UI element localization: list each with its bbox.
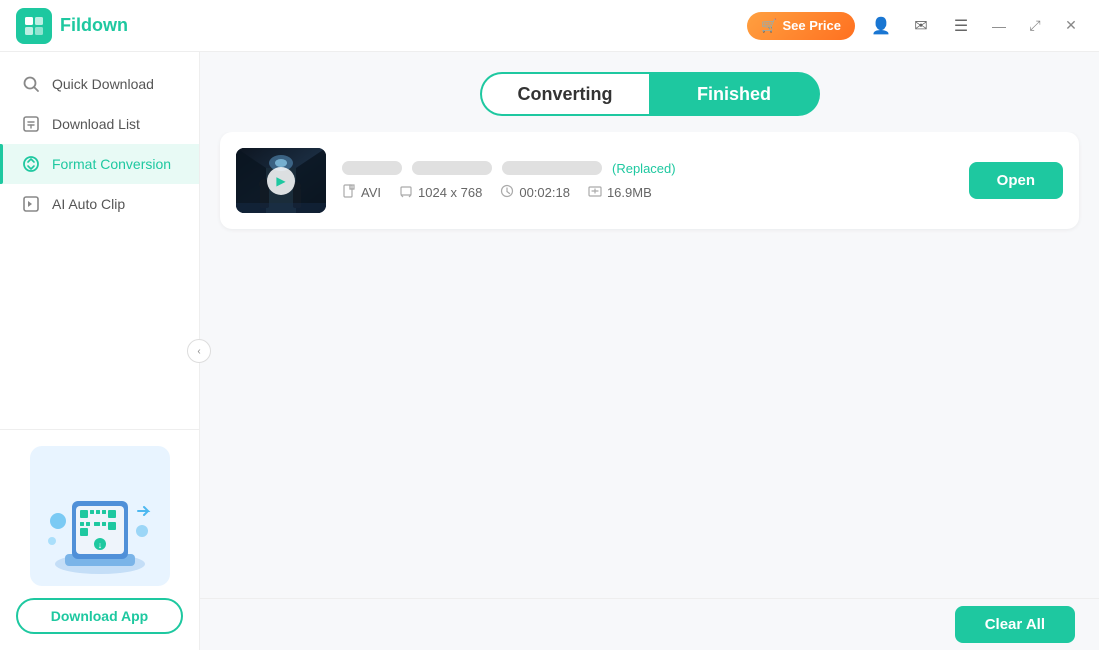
ai-clip-icon	[20, 195, 42, 213]
play-icon: ▶	[267, 167, 295, 195]
app-logo-icon	[16, 8, 52, 44]
duration-value: 00:02:18	[519, 185, 570, 200]
sidebar-nav: Quick Download Download List	[0, 52, 199, 429]
sidebar-label-format-conversion: Format Conversion	[52, 156, 171, 172]
bottom-bar: Clear All	[200, 598, 1099, 650]
cart-icon: 🛒	[761, 18, 777, 34]
sidebar-label-ai-auto-clip: AI Auto Clip	[52, 196, 125, 212]
logo-area: Fildown	[16, 8, 128, 44]
file-duration: 00:02:18	[500, 184, 570, 201]
user-icon[interactable]: 👤	[867, 12, 895, 40]
close-button[interactable]: ✕	[1059, 14, 1083, 38]
file-resolution: 1024 x 768	[399, 184, 482, 201]
see-price-button[interactable]: 🛒 See Price	[747, 12, 855, 40]
sidebar-label-quick-download: Quick Download	[52, 76, 154, 92]
sidebar-bottom: ↓ Download App	[0, 429, 199, 650]
file-info: (Replaced) AVI	[342, 161, 953, 201]
resolution-icon	[399, 184, 413, 201]
file-list: ▶ (Replaced)	[200, 132, 1099, 598]
tab-bar: Converting Finished	[200, 52, 1099, 132]
filename-blur-1	[342, 161, 402, 175]
sidebar-item-format-conversion[interactable]: Format Conversion	[0, 144, 199, 184]
open-button[interactable]: Open	[969, 162, 1063, 199]
svg-text:↓: ↓	[97, 540, 102, 550]
menu-icon[interactable]: ☰	[947, 12, 975, 40]
download-list-icon	[20, 115, 42, 133]
file-name-row: (Replaced)	[342, 161, 953, 176]
qr-code-image: ↓	[30, 446, 170, 586]
minimize-button[interactable]: —	[987, 14, 1011, 38]
titlebar: Fildown 🛒 See Price 👤 ✉ ☰ — ⤢ ✕	[0, 0, 1099, 52]
file-format: AVI	[342, 184, 381, 201]
content-area: Converting Finished	[200, 52, 1099, 650]
collapse-sidebar-button[interactable]: ‹	[187, 339, 211, 363]
file-size: 16.9MB	[588, 184, 652, 201]
restore-button[interactable]: ⤢	[1023, 14, 1047, 38]
format-conversion-icon	[20, 155, 42, 173]
duration-icon	[500, 184, 514, 201]
resolution-value: 1024 x 768	[418, 185, 482, 200]
download-app-button[interactable]: Download App	[16, 598, 183, 634]
filename-blur-3	[502, 161, 602, 175]
sidebar-item-quick-download[interactable]: Quick Download	[0, 64, 199, 104]
mail-icon[interactable]: ✉	[907, 12, 935, 40]
table-row: ▶ (Replaced)	[220, 132, 1079, 229]
search-icon	[20, 75, 42, 93]
file-meta: AVI 1024 x 768	[342, 184, 953, 201]
replaced-badge: (Replaced)	[612, 161, 676, 176]
clear-all-button[interactable]: Clear All	[955, 606, 1075, 643]
filename-blur-2	[412, 161, 492, 175]
file-thumbnail: ▶	[236, 148, 326, 213]
format-icon	[342, 184, 356, 201]
titlebar-actions: 🛒 See Price 👤 ✉ ☰ — ⤢ ✕	[747, 12, 1083, 40]
sidebar-item-download-list[interactable]: Download List	[0, 104, 199, 144]
sidebar-item-ai-auto-clip[interactable]: AI Auto Clip	[0, 184, 199, 224]
app-name: Fildown	[60, 15, 128, 36]
format-value: AVI	[361, 185, 381, 200]
sidebar-label-download-list: Download List	[52, 116, 140, 132]
size-value: 16.9MB	[607, 185, 652, 200]
finished-tab[interactable]: Finished	[650, 72, 820, 116]
sidebar: Quick Download Download List	[0, 52, 200, 650]
size-icon	[588, 184, 602, 201]
converting-tab[interactable]: Converting	[480, 72, 650, 116]
main-layout: Quick Download Download List	[0, 52, 1099, 650]
